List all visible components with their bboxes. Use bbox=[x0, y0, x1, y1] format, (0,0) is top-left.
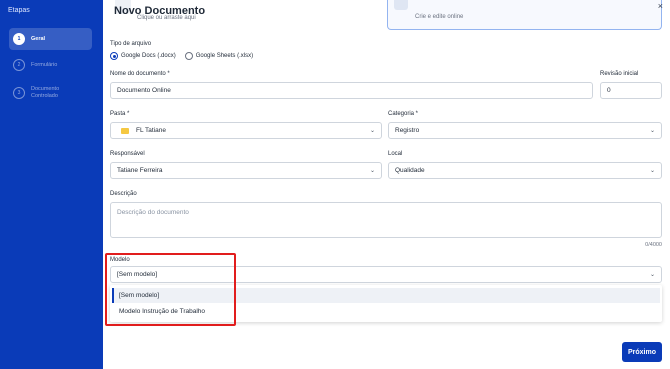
online-edit-icon bbox=[394, 0, 408, 10]
step-general[interactable]: 1 Geral bbox=[9, 28, 92, 50]
description-textarea[interactable]: Descrição do documento bbox=[110, 202, 662, 238]
doc-name-input[interactable]: Documento Online bbox=[110, 82, 593, 99]
description-counter: 0/4000 bbox=[645, 242, 662, 248]
close-icon[interactable]: × bbox=[658, 1, 663, 11]
radio-label-google-docs: Google Docs (.docx) bbox=[121, 53, 176, 59]
local-select[interactable]: Qualidade ⌄ bbox=[388, 162, 662, 179]
new-document-dialog: Novo Documento Clique ou arraste aqui Cr… bbox=[103, 0, 670, 369]
folder-label: Pasta * bbox=[110, 111, 130, 117]
steps-sidebar: Etapas 1 Geral 2 Formulário 3 Documento … bbox=[0, 0, 103, 369]
radio-google-docs[interactable] bbox=[110, 52, 118, 60]
category-value: Registro bbox=[395, 127, 420, 134]
revision-input[interactable]: 0 bbox=[600, 82, 662, 99]
revision-value: 0 bbox=[607, 87, 611, 94]
local-label: Local bbox=[388, 151, 403, 157]
file-type-label: Tipo de arquivo bbox=[110, 41, 152, 47]
step-number: 1 bbox=[13, 33, 25, 45]
radio-label-google-sheets: Google Sheets (.xlsx) bbox=[195, 53, 254, 59]
step-number: 2 bbox=[13, 59, 25, 71]
description-label: Descrição bbox=[110, 191, 137, 197]
local-value: Qualidade bbox=[395, 167, 425, 174]
chevron-down-icon: ⌄ bbox=[369, 168, 375, 174]
doc-name-value: Documento Online bbox=[117, 87, 171, 94]
chevron-down-icon: ⌄ bbox=[649, 128, 655, 134]
highlight-box bbox=[105, 253, 236, 326]
chevron-down-icon: ⌄ bbox=[649, 272, 655, 278]
category-select[interactable]: Registro ⌄ bbox=[388, 122, 662, 139]
step-number: 3 bbox=[13, 87, 25, 99]
chevron-down-icon: ⌄ bbox=[369, 128, 375, 134]
online-card-text: Crie e edite online bbox=[415, 14, 464, 20]
file-type-radio-group: Google Docs (.docx) Google Sheets (.xlsx… bbox=[110, 52, 253, 60]
step-label: Geral bbox=[31, 35, 46, 42]
category-label: Categoria * bbox=[388, 111, 419, 117]
doc-name-label: Nome do documento * bbox=[110, 71, 170, 77]
create-online-card[interactable]: Crie e edite online bbox=[387, 0, 662, 30]
radio-google-sheets[interactable] bbox=[184, 52, 193, 60]
chevron-down-icon: ⌄ bbox=[649, 168, 655, 174]
step-form[interactable]: 2 Formulário bbox=[9, 54, 92, 76]
folder-value: FL Tatiane bbox=[136, 127, 166, 134]
folder-select[interactable]: FL Tatiane ⌄ bbox=[110, 122, 382, 139]
responsible-value: Tatiane Ferreira bbox=[117, 167, 163, 174]
step-label: Documento Controlado bbox=[31, 86, 60, 99]
next-button[interactable]: Próximo bbox=[622, 342, 662, 362]
revision-label: Revisão inicial bbox=[600, 71, 639, 77]
sidebar-title: Etapas bbox=[8, 7, 30, 14]
step-label: Formulário bbox=[31, 61, 58, 68]
step-controlled-document[interactable]: 3 Documento Controlado bbox=[9, 82, 92, 104]
upload-hint[interactable]: Clique ou arraste aqui bbox=[137, 15, 196, 21]
folder-icon bbox=[121, 127, 129, 134]
responsible-select[interactable]: Tatiane Ferreira ⌄ bbox=[110, 162, 382, 179]
responsible-label: Responsável bbox=[110, 151, 145, 157]
